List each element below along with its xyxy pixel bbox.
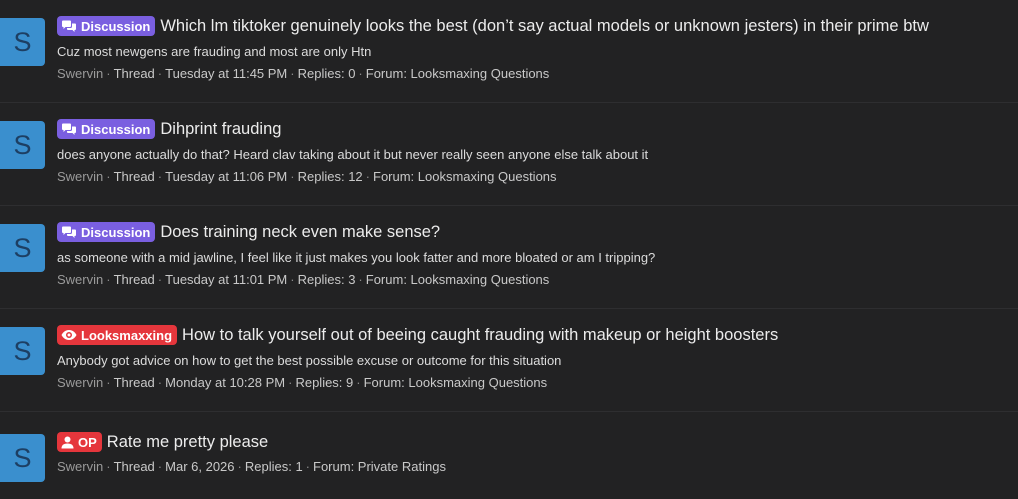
thread-row: S Discussion Does training neck even mak… xyxy=(0,206,1018,309)
thread-snippet: does anyone actually do that? Heard clav… xyxy=(57,147,649,162)
prefix-badge-discussion[interactable]: Discussion xyxy=(57,119,156,139)
thread-meta: Swervin · Thread · Monday at 10:28 PM · Replie… xyxy=(57,375,547,390)
meta-separator: · xyxy=(288,375,293,390)
author-link[interactable]: Swervin xyxy=(57,375,103,390)
eye-icon xyxy=(61,330,77,340)
author-link[interactable]: Swervin xyxy=(57,272,103,287)
thread-title-link[interactable]: How to talk yourself out of beeing caugh… xyxy=(182,326,778,345)
reply-count: Replies: 1 xyxy=(244,459,303,474)
thread-meta: Swervin · Thread · Tuesday at 11:06 PM · Repli… xyxy=(57,169,557,184)
chat-bubbles-icon xyxy=(62,226,76,238)
meta-separator: · xyxy=(157,375,163,390)
thread-row: S Discussion Dihprint frauding does anyo… xyxy=(0,103,1018,206)
meta-separator: · xyxy=(106,272,111,287)
author-link[interactable]: Swervin xyxy=(57,169,103,184)
thread-title-link[interactable]: Does training neck even make sense? xyxy=(160,223,440,242)
thread-title-line: Discussion Which lm tiktoker genuinely l… xyxy=(57,16,929,36)
thread-snippet: Cuz most newgens are frauding and most a… xyxy=(57,44,372,59)
badge-label: Discussion xyxy=(81,18,151,34)
forum-link[interactable]: Forum: Looksmaxing Questions xyxy=(364,375,548,390)
meta-separator: · xyxy=(365,169,370,184)
badge-label: Discussion xyxy=(81,121,151,137)
content-type: Thread xyxy=(113,169,155,184)
thread-title-line: Discussion Does training neck even make … xyxy=(57,222,440,242)
prefix-badge-discussion[interactable]: Discussion xyxy=(57,222,156,242)
meta-separator: · xyxy=(305,459,311,474)
author-link[interactable]: Swervin xyxy=(57,459,103,474)
meta-separator: · xyxy=(356,375,361,390)
thread-meta: Swervin · Thread · Tuesday at 11:45 PM · Repli… xyxy=(57,66,549,81)
content-type: Thread xyxy=(113,272,155,287)
meta-separator: · xyxy=(237,459,242,474)
meta-separator: · xyxy=(157,459,163,474)
badge-label: Looksmaxxing xyxy=(81,327,173,343)
meta-separator: · xyxy=(358,66,363,81)
thread-date[interactable]: Tuesday at 11:01 PM xyxy=(165,272,287,287)
thread-list: S Discussion Which lm tiktoker genuinely… xyxy=(0,0,1018,499)
meta-separator: · xyxy=(106,375,111,390)
avatar[interactable]: S xyxy=(0,121,45,169)
reply-count: Replies: 9 xyxy=(295,375,354,390)
thread-snippet: Anybody got advice on how to get the bes… xyxy=(57,353,562,368)
thread-title-link[interactable]: Which lm tiktoker genuinely looks the be… xyxy=(160,17,929,36)
thread-meta: Swervin · Thread · Tuesday at 11:01 PM · Repli… xyxy=(57,272,549,287)
meta-separator: · xyxy=(106,169,111,184)
content-type: Thread xyxy=(113,66,155,81)
author-link[interactable]: Swervin xyxy=(57,66,103,81)
thread-title-link[interactable]: Rate me pretty please xyxy=(107,433,268,452)
meta-separator: · xyxy=(290,66,295,81)
avatar[interactable]: S xyxy=(0,224,45,272)
meta-separator: · xyxy=(157,66,163,81)
thread-row: S OP Rate me pretty please Swervin · Threa… xyxy=(0,412,1018,499)
meta-separator: · xyxy=(106,66,111,81)
reply-count: Replies: 3 xyxy=(297,272,356,287)
meta-separator: · xyxy=(106,459,111,474)
chat-bubbles-icon xyxy=(62,20,76,32)
thread-title-line: Discussion Dihprint frauding xyxy=(57,119,281,139)
forum-link[interactable]: Forum: Looksmaxing Questions xyxy=(366,272,550,287)
thread-date[interactable]: Tuesday at 11:06 PM xyxy=(165,169,287,184)
prefix-badge-op[interactable]: OP xyxy=(57,432,102,452)
thread-title-line: OP Rate me pretty please xyxy=(57,432,268,452)
avatar[interactable]: S xyxy=(0,18,45,66)
thread-title-link[interactable]: Dihprint frauding xyxy=(160,120,281,139)
thread-date[interactable]: Monday at 10:28 PM xyxy=(165,375,285,390)
meta-separator: · xyxy=(290,272,295,287)
content-type: Thread xyxy=(113,375,155,390)
thread-date[interactable]: Mar 6, 2026 xyxy=(165,459,234,474)
badge-label: OP xyxy=(78,434,97,450)
reply-count: Replies: 12 xyxy=(297,169,363,184)
forum-link[interactable]: Forum: Looksmaxing Questions xyxy=(366,66,550,81)
thread-row: S Looksmaxxing How to talk yourself out … xyxy=(0,309,1018,412)
thread-row: S Discussion Which lm tiktoker genuinely… xyxy=(0,0,1018,103)
reply-count: Replies: 0 xyxy=(297,66,356,81)
avatar[interactable]: S xyxy=(0,327,45,375)
meta-separator: · xyxy=(290,169,295,184)
thread-title-line: Looksmaxxing How to talk yourself out of… xyxy=(57,325,778,345)
prefix-badge-discussion[interactable]: Discussion xyxy=(57,16,156,36)
prefix-badge-looksmaxxing[interactable]: Looksmaxxing xyxy=(57,325,178,345)
avatar[interactable]: S xyxy=(0,434,45,482)
meta-separator: · xyxy=(358,272,363,287)
content-type: Thread xyxy=(113,459,155,474)
meta-separator: · xyxy=(157,272,163,287)
forum-link[interactable]: Forum: Looksmaxing Questions xyxy=(373,169,557,184)
meta-separator: · xyxy=(157,169,163,184)
thread-snippet: as someone with a mid jawline, I feel li… xyxy=(57,250,656,265)
badge-label: Discussion xyxy=(81,224,151,240)
user-icon xyxy=(61,436,74,448)
thread-date[interactable]: Tuesday at 11:45 PM xyxy=(165,66,287,81)
thread-meta: Swervin · Thread · Mar 6, 2026 · Replies: 1 · Fo… xyxy=(57,459,446,474)
forum-link[interactable]: Forum: Private Ratings xyxy=(313,459,446,474)
chat-bubbles-icon xyxy=(62,123,76,135)
